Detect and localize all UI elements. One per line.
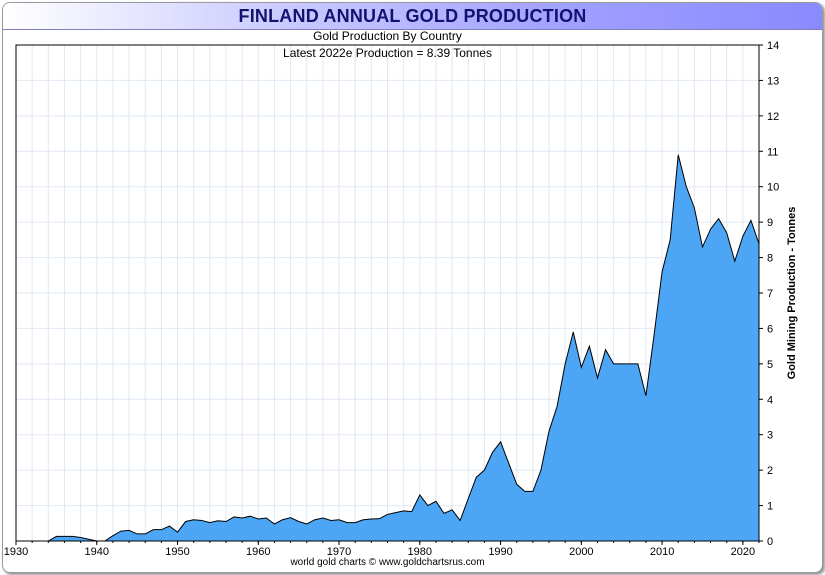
chart-subtitle: Gold Production By Country [313, 29, 462, 43]
y-tick-label: 7 [767, 288, 773, 300]
y-tick-label: 2 [767, 465, 773, 477]
y-tick-label: 12 [767, 111, 779, 123]
y-tick-label: 9 [767, 217, 773, 229]
y-tick-label: 10 [767, 182, 779, 194]
latest-production-annotation: Latest 2022e Production = 8.39 Tonnes [283, 46, 492, 60]
y-tick-label: 6 [767, 323, 773, 335]
y-tick-label: 14 [767, 40, 779, 52]
y-tick-label: 4 [767, 394, 773, 406]
y-tick-label: 0 [767, 536, 773, 548]
y-tick-label: 5 [767, 359, 773, 371]
chart-footer: world gold charts © www.goldchartsrus.co… [290, 557, 485, 568]
chart-canvas: 1930 1940 1950 1960 1970 1980 1990 2000 2010 2020… [4, 40, 779, 558]
y-tick-label: 11 [767, 146, 778, 158]
y-tick-label: 13 [767, 75, 779, 87]
y-tick-label: 3 [767, 430, 773, 442]
y-axis-label: Gold Mining Production - Tonnes [786, 206, 798, 380]
y-axis: 01234567891011121314 [759, 40, 779, 548]
x-axis: 1930 1940 1950 1960 1970 1980 1990 2000 2010 2020 [4, 541, 760, 558]
y-tick-label: 1 [767, 501, 773, 513]
y-tick-label: 8 [767, 253, 773, 265]
